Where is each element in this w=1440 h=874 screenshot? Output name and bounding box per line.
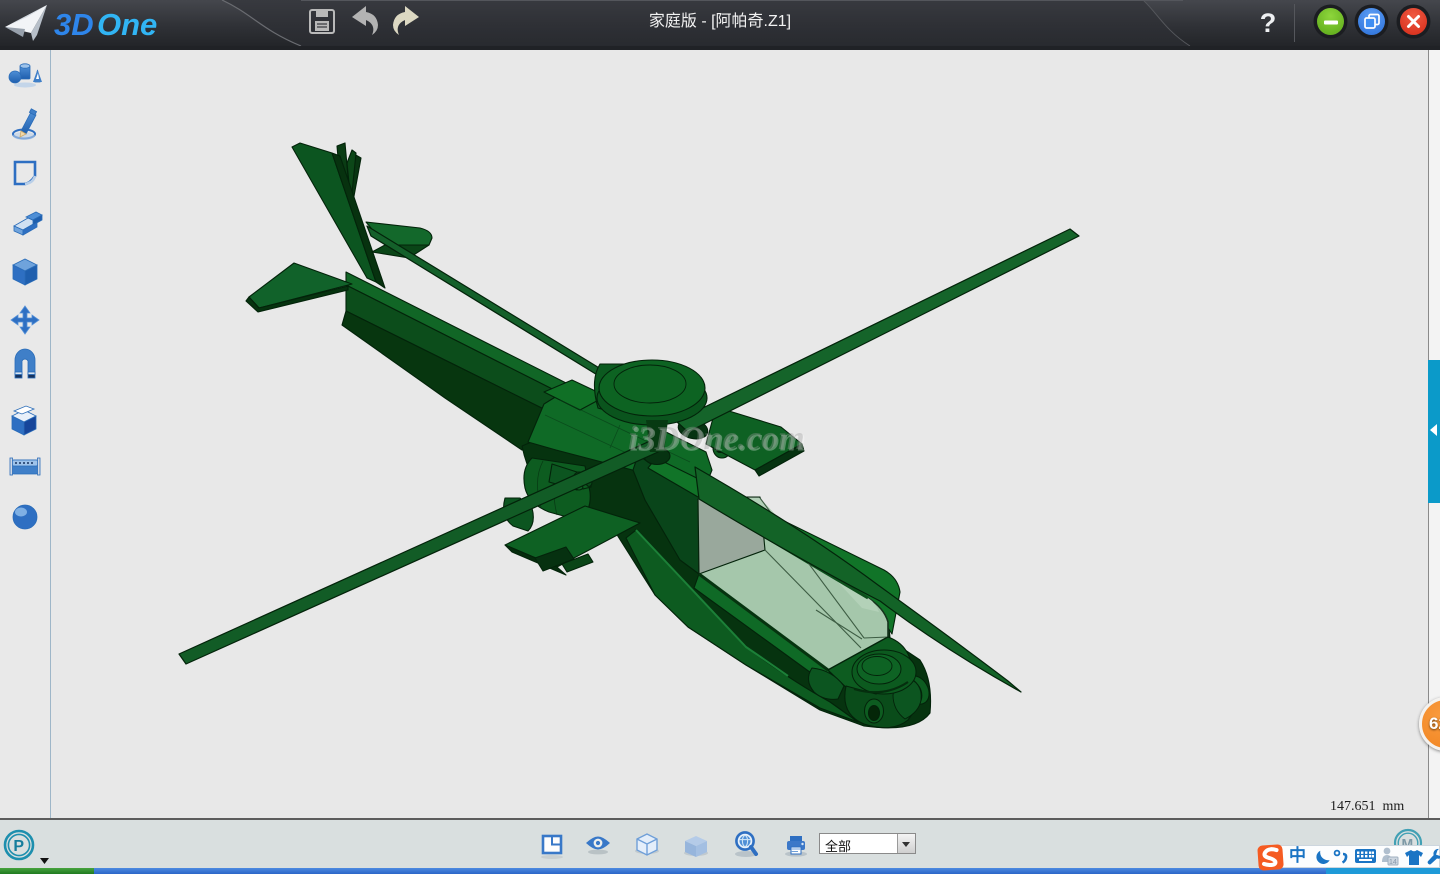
svg-text:i3DOne.com: i3DOne.com — [628, 420, 805, 457]
svg-text:中: 中 — [1289, 845, 1306, 865]
svg-text:P: P — [13, 838, 24, 855]
svg-text:14: 14 — [1389, 859, 1397, 866]
